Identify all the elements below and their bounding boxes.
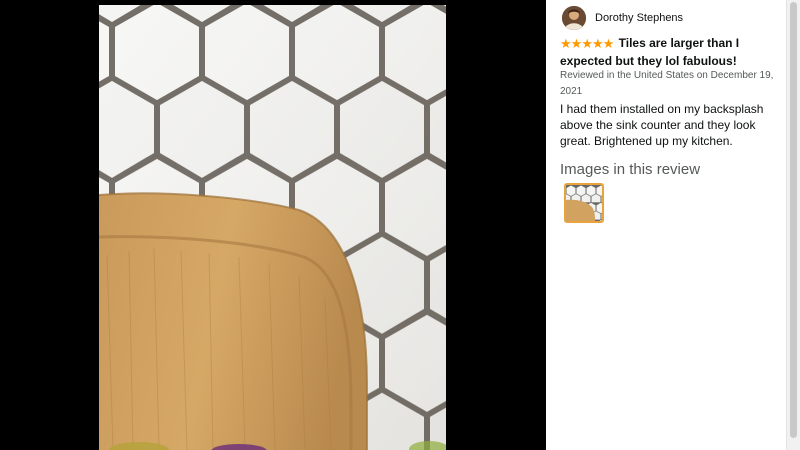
review-photo[interactable] — [99, 5, 446, 450]
review-panel: Dorothy Stephens ★★★★★ Tiles are larger … — [546, 0, 786, 450]
user-avatar-icon[interactable] — [562, 6, 586, 30]
star-icon: ★ — [591, 36, 604, 51]
star-icon: ★ — [581, 36, 593, 51]
star-icon: ★ — [570, 36, 583, 51]
review-photo-image — [99, 5, 446, 450]
review-heading: ★★★★★ Tiles are larger than I expected b… — [560, 35, 780, 70]
scrollbar-thumb[interactable] — [790, 2, 797, 438]
review-date: Reviewed in the United States on Decembe… — [560, 70, 774, 97]
review-text: I had them installed on my backsplash ab… — [560, 102, 764, 148]
panel-scrollbar[interactable] — [786, 0, 800, 450]
review-image-thumbnail[interactable] — [564, 183, 604, 223]
image-viewer — [0, 0, 546, 450]
images-section-heading: Images in this review — [560, 161, 701, 178]
star-rating[interactable]: ★★★★★ — [560, 35, 615, 53]
star-icon: ★ — [560, 36, 572, 51]
star-icon: ★ — [602, 36, 615, 51]
author-name[interactable]: Dorothy Stephens — [595, 12, 683, 24]
review-author[interactable]: Dorothy Stephens — [562, 6, 683, 30]
